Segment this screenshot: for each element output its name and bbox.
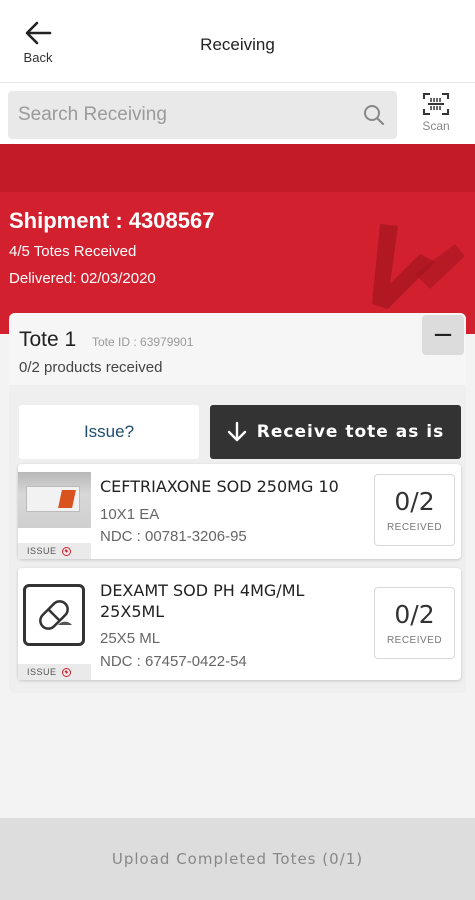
scan-button[interactable]: Scan (410, 91, 462, 141)
report-issue-tag[interactable]: ISSUE (18, 543, 91, 559)
issue-tag-label: ISSUE (27, 667, 57, 677)
receive-tote-label: Receive tote as is (256, 422, 445, 442)
product-thumbnail (18, 472, 91, 532)
arrow-down-icon (227, 421, 246, 442)
banner-top-strip (0, 144, 475, 192)
received-count-value: 0/2 (394, 487, 435, 516)
scan-label: Scan (422, 119, 450, 133)
received-count-value: 0/2 (394, 600, 435, 629)
search-input[interactable] (8, 91, 397, 139)
issue-alert-icon (61, 546, 71, 556)
search-box (8, 91, 397, 139)
received-count-label: RECEIVED (386, 522, 443, 533)
product-card[interactable]: ISSUE DEXAMT SOD PH 4MG/ML 25X5ML 25X5 M… (18, 568, 461, 680)
product-name: CEFTRIAXONE SOD 250MG 10 (100, 477, 339, 496)
tote-name: Tote 1 (19, 328, 77, 351)
search-row: Scan (0, 82, 475, 144)
issue-tag-label: ISSUE (27, 546, 57, 556)
product-name: DEXAMT SOD PH 4MG/ML 25X5ML (100, 581, 305, 621)
page-title: Receiving (200, 35, 275, 54)
tote-header: Tote 1 Tote ID : 63979901 0/2 products r… (9, 313, 466, 385)
shipment-banner: Shipment : 4308567 4/5 Totes Received De… (0, 144, 475, 334)
issue-button[interactable]: Issue? (19, 405, 199, 459)
barcode-scan-icon (423, 93, 449, 115)
received-count[interactable]: 0/2 RECEIVED (374, 587, 455, 659)
tote-panel: Tote 1 Tote ID : 63979901 0/2 products r… (9, 313, 466, 693)
pill-placeholder-icon (23, 584, 85, 646)
product-thumbnail (18, 578, 91, 658)
product-photo (18, 472, 91, 528)
top-bar: Back Receiving (0, 0, 475, 82)
issue-alert-icon (61, 667, 71, 677)
product-ndc: NDC : 67457-0422-54 (100, 653, 247, 670)
upload-label: Upload Completed Totes (0/1) (111, 850, 364, 868)
received-count[interactable]: 0/2 RECEIVED (374, 474, 455, 546)
delivered-date: Delivered: 02/03/2020 (9, 270, 156, 287)
product-pack-size: 10X1 EA (100, 506, 160, 523)
report-issue-tag[interactable]: ISSUE (18, 664, 91, 680)
upload-completed-totes-button[interactable]: Upload Completed Totes (0/1) (0, 818, 475, 900)
product-ndc: NDC : 00781-3206-95 (100, 528, 247, 545)
receive-tote-button[interactable]: Receive tote as is (210, 405, 461, 459)
tote-progress: 0/2 products received (19, 359, 163, 376)
product-pack-size: 25X5 ML (100, 630, 161, 647)
shipment-title: Shipment : 4308567 (9, 208, 215, 233)
product-card[interactable]: ISSUE CEFTRIAXONE SOD 250MG 10 10X1 EA N… (18, 464, 461, 559)
collapse-tote-button[interactable]: − (422, 315, 464, 355)
search-icon[interactable] (363, 104, 385, 126)
totes-received: 4/5 Totes Received (9, 243, 137, 260)
tote-id: Tote ID : 63979901 (92, 335, 194, 349)
received-count-label: RECEIVED (386, 635, 443, 646)
